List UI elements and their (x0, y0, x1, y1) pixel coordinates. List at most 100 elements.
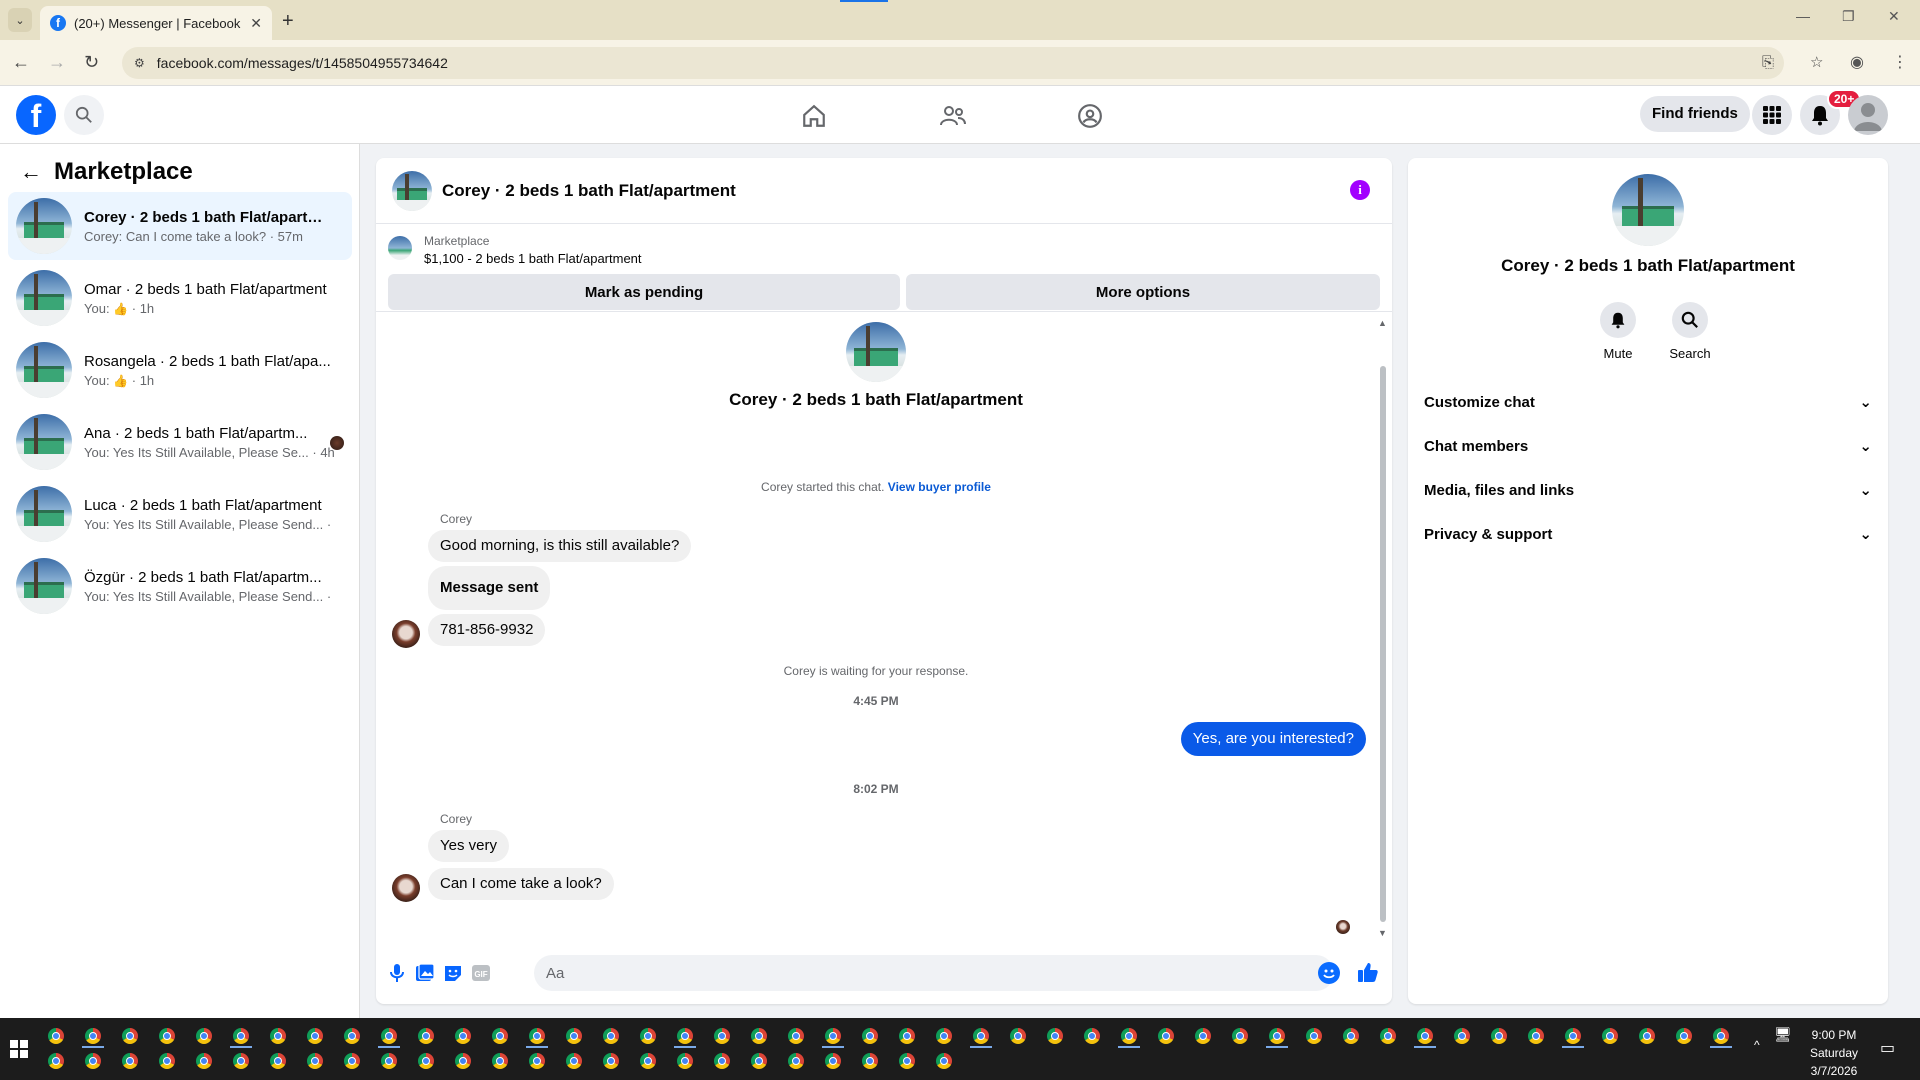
conversation-item[interactable]: Corey · 2 beds 1 bath Flat/apartment Cor… (8, 192, 352, 260)
mark-as-pending-button[interactable]: Mark as pending (388, 274, 900, 310)
minimize-button[interactable]: — (1796, 8, 1810, 24)
system-clock[interactable]: 9:00 PM Saturday 3/7/2026 (1800, 1026, 1868, 1080)
chrome-taskbar-icon[interactable] (122, 1053, 138, 1069)
friends-icon[interactable] (937, 100, 969, 132)
chrome-taskbar-icon[interactable] (344, 1053, 360, 1069)
network-icon[interactable]: 🖥 (1774, 1026, 1792, 1043)
chrome-taskbar-icon[interactable] (122, 1028, 138, 1044)
chrome-taskbar-icon[interactable] (825, 1028, 841, 1044)
chrome-taskbar-icon[interactable] (159, 1028, 175, 1044)
message-bubble[interactable]: Yes very (428, 830, 509, 862)
chrome-taskbar-icon[interactable] (1417, 1028, 1433, 1044)
find-friends-button[interactable]: Find friends (1640, 96, 1750, 132)
scroll-down-arrow-icon[interactable]: ▼ (1378, 928, 1387, 938)
browser-menu-icon[interactable]: ⋮ (1892, 52, 1908, 72)
chrome-taskbar-icon[interactable] (640, 1028, 656, 1044)
sender-avatar[interactable] (392, 620, 420, 648)
message-bubble[interactable]: 781-856-9932 (428, 614, 546, 646)
chrome-taskbar-icon[interactable] (973, 1028, 989, 1044)
chrome-taskbar-icon[interactable] (159, 1053, 175, 1069)
chrome-taskbar-icon[interactable] (566, 1028, 582, 1044)
chrome-taskbar-icon[interactable] (1713, 1028, 1729, 1044)
chrome-taskbar-icon[interactable] (270, 1053, 286, 1069)
home-icon[interactable] (798, 100, 830, 132)
back-arrow-icon[interactable]: ← (20, 159, 42, 185)
chrome-taskbar-icon[interactable] (862, 1053, 878, 1069)
scrollbar-thumb[interactable] (1380, 366, 1386, 922)
microphone-icon[interactable] (386, 962, 408, 984)
chrome-taskbar-icon[interactable] (1010, 1028, 1026, 1044)
chrome-taskbar-icon[interactable] (85, 1028, 101, 1044)
chrome-taskbar-icon[interactable] (85, 1053, 101, 1069)
chrome-taskbar-icon[interactable] (714, 1053, 730, 1069)
chrome-taskbar-icon[interactable] (677, 1053, 693, 1069)
listing-price-title[interactable]: $1,100 - 2 beds 1 bath Flat/apartment (424, 251, 642, 266)
more-options-button[interactable]: More options (906, 274, 1380, 310)
chrome-taskbar-icon[interactable] (529, 1028, 545, 1044)
chrome-taskbar-icon[interactable] (455, 1053, 471, 1069)
windows-start-icon[interactable] (10, 1040, 28, 1058)
chat-avatar[interactable] (392, 170, 432, 211)
restore-button[interactable]: ❐ (1842, 8, 1855, 25)
chrome-taskbar-icon[interactable] (1528, 1028, 1544, 1044)
sticker-icon[interactable] (442, 962, 464, 984)
chrome-taskbar-icon[interactable] (899, 1053, 915, 1069)
chrome-taskbar-icon[interactable] (492, 1053, 508, 1069)
chrome-taskbar-icon[interactable] (48, 1053, 64, 1069)
profile-icon[interactable]: ◉ (1850, 52, 1864, 72)
chrome-taskbar-icon[interactable] (603, 1028, 619, 1044)
chrome-taskbar-icon[interactable] (381, 1028, 397, 1044)
tray-chevron-icon[interactable]: ^ (1754, 1038, 1760, 1052)
chrome-taskbar-icon[interactable] (455, 1028, 471, 1044)
message-scrollbar[interactable]: ▲ ▼ (1378, 318, 1388, 940)
sender-avatar[interactable] (392, 874, 420, 902)
chrome-taskbar-icon[interactable] (1158, 1028, 1174, 1044)
search-in-chat-icon[interactable] (1672, 302, 1708, 338)
photo-icon[interactable] (414, 962, 436, 984)
chrome-taskbar-icon[interactable] (233, 1053, 249, 1069)
conversation-item[interactable]: Omar · 2 beds 1 bath Flat/apartment You:… (8, 264, 352, 332)
view-buyer-profile-link[interactable]: View buyer profile (888, 480, 991, 494)
chrome-taskbar-icon[interactable] (603, 1053, 619, 1069)
forward-button[interactable]: → (48, 52, 66, 73)
chrome-taskbar-icon[interactable] (418, 1053, 434, 1069)
chrome-taskbar-icon[interactable] (270, 1028, 286, 1044)
conversation-info-icon[interactable]: i (1350, 180, 1370, 200)
chrome-taskbar-icon[interactable] (788, 1028, 804, 1044)
message-bubble[interactable]: Message sent (428, 566, 551, 610)
chat-title[interactable]: Corey · 2 beds 1 bath Flat/apartment (442, 181, 736, 201)
info-avatar[interactable] (1612, 174, 1684, 246)
chrome-taskbar-icon[interactable] (936, 1053, 952, 1069)
customize-chat-section[interactable]: Customize chat ⌄ (1416, 380, 1880, 424)
chrome-taskbar-icon[interactable] (48, 1028, 64, 1044)
chrome-taskbar-icon[interactable] (1232, 1028, 1248, 1044)
message-bubble[interactable]: Can I come take a look? (428, 868, 614, 900)
privacy-support-section[interactable]: Privacy & support ⌄ (1416, 512, 1880, 556)
chat-members-section[interactable]: Chat members ⌄ (1416, 424, 1880, 468)
bookmark-star-icon[interactable]: ☆ (1810, 47, 1823, 79)
chrome-taskbar-icon[interactable] (640, 1053, 656, 1069)
chrome-taskbar-icon[interactable] (1047, 1028, 1063, 1044)
close-window-button[interactable]: ✕ (1888, 8, 1900, 25)
conversation-item[interactable]: Luca · 2 beds 1 bath Flat/apartment You:… (8, 480, 352, 548)
message-bubble[interactable]: Good morning, is this still available? (428, 530, 692, 562)
chrome-taskbar-icon[interactable] (1195, 1028, 1211, 1044)
chrome-taskbar-icon[interactable] (233, 1028, 249, 1044)
scroll-up-arrow-icon[interactable]: ▲ (1378, 318, 1387, 328)
notification-center-icon[interactable]: ▭ (1880, 1038, 1895, 1058)
reload-button[interactable]: ↻ (84, 52, 99, 73)
mute-action[interactable]: Mute (1588, 302, 1648, 361)
chrome-taskbar-icon[interactable] (196, 1053, 212, 1069)
message-input[interactable] (534, 955, 1334, 991)
chrome-taskbar-icon[interactable] (381, 1053, 397, 1069)
chrome-taskbar-icon[interactable] (1602, 1028, 1618, 1044)
site-info-icon[interactable]: ⚙ (134, 56, 145, 70)
chrome-taskbar-icon[interactable] (307, 1053, 323, 1069)
chrome-taskbar-icon[interactable] (492, 1028, 508, 1044)
chrome-taskbar-icon[interactable] (1454, 1028, 1470, 1044)
tab-close-icon[interactable]: ✕ (250, 15, 262, 32)
thumbs-up-send-icon[interactable] (1356, 960, 1380, 989)
chrome-taskbar-icon[interactable] (1491, 1028, 1507, 1044)
chrome-taskbar-icon[interactable] (566, 1053, 582, 1069)
chrome-taskbar-icon[interactable] (862, 1028, 878, 1044)
